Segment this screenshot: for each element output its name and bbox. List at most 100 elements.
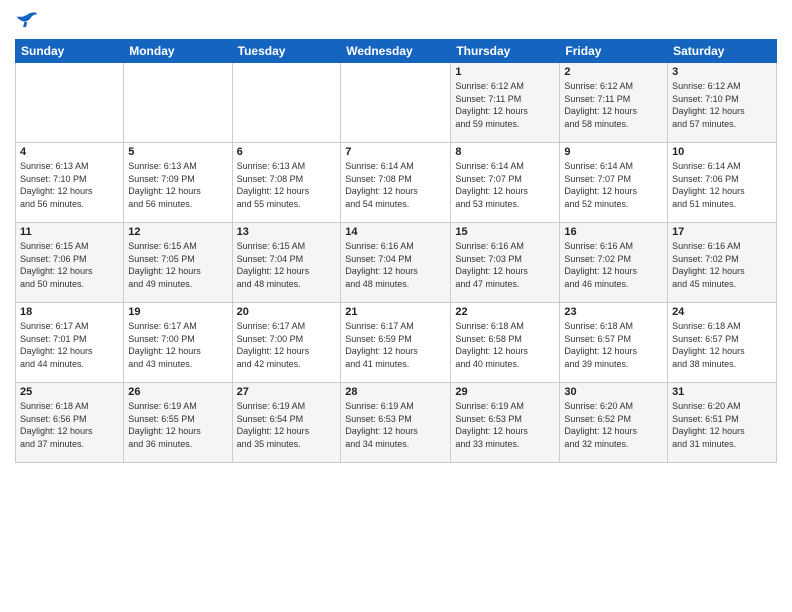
calendar-cell: 16 Sunrise: 6:16 AM Sunset: 7:02 PM Dayli…	[560, 223, 668, 303]
day-number: 7	[345, 146, 446, 158]
day-info: Sunrise: 6:17 AM Sunset: 6:59 PM Dayligh…	[345, 320, 446, 370]
calendar-cell: 28 Sunrise: 6:19 AM Sunset: 6:53 PM Dayli…	[341, 383, 451, 463]
day-info: Sunrise: 6:19 AM Sunset: 6:53 PM Dayligh…	[455, 400, 555, 450]
day-info: Sunrise: 6:18 AM Sunset: 6:58 PM Dayligh…	[455, 320, 555, 370]
day-number: 21	[345, 306, 446, 318]
day-info: Sunrise: 6:16 AM Sunset: 7:02 PM Dayligh…	[672, 240, 772, 290]
day-number: 12	[128, 226, 227, 238]
day-header-sunday: Sunday	[16, 40, 124, 63]
day-info: Sunrise: 6:15 AM Sunset: 7:04 PM Dayligh…	[237, 240, 337, 290]
calendar-cell: 21 Sunrise: 6:17 AM Sunset: 6:59 PM Dayli…	[341, 303, 451, 383]
day-info: Sunrise: 6:13 AM Sunset: 7:10 PM Dayligh…	[20, 160, 119, 210]
calendar-cell: 12 Sunrise: 6:15 AM Sunset: 7:05 PM Dayli…	[124, 223, 232, 303]
day-number: 6	[237, 146, 337, 158]
day-number: 31	[672, 386, 772, 398]
day-number: 27	[237, 386, 337, 398]
calendar-cell: 3 Sunrise: 6:12 AM Sunset: 7:10 PM Daylig…	[668, 63, 777, 143]
day-number: 14	[345, 226, 446, 238]
day-info: Sunrise: 6:19 AM Sunset: 6:53 PM Dayligh…	[345, 400, 446, 450]
day-header-thursday: Thursday	[451, 40, 560, 63]
calendar-cell: 27 Sunrise: 6:19 AM Sunset: 6:54 PM Dayli…	[232, 383, 341, 463]
day-info: Sunrise: 6:16 AM Sunset: 7:02 PM Dayligh…	[564, 240, 663, 290]
day-number: 20	[237, 306, 337, 318]
day-info: Sunrise: 6:16 AM Sunset: 7:03 PM Dayligh…	[455, 240, 555, 290]
day-header-friday: Friday	[560, 40, 668, 63]
day-info: Sunrise: 6:19 AM Sunset: 6:54 PM Dayligh…	[237, 400, 337, 450]
day-number: 16	[564, 226, 663, 238]
day-number: 15	[455, 226, 555, 238]
day-number: 5	[128, 146, 227, 158]
day-header-wednesday: Wednesday	[341, 40, 451, 63]
day-info: Sunrise: 6:14 AM Sunset: 7:07 PM Dayligh…	[564, 160, 663, 210]
day-info: Sunrise: 6:13 AM Sunset: 7:09 PM Dayligh…	[128, 160, 227, 210]
day-number: 8	[455, 146, 555, 158]
day-info: Sunrise: 6:17 AM Sunset: 7:00 PM Dayligh…	[128, 320, 227, 370]
calendar-table: SundayMondayTuesdayWednesdayThursdayFrid…	[15, 39, 777, 463]
day-info: Sunrise: 6:12 AM Sunset: 7:11 PM Dayligh…	[564, 80, 663, 130]
day-number: 24	[672, 306, 772, 318]
calendar-cell: 1 Sunrise: 6:12 AM Sunset: 7:11 PM Daylig…	[451, 63, 560, 143]
day-number: 17	[672, 226, 772, 238]
day-header-monday: Monday	[124, 40, 232, 63]
calendar-cell: 25 Sunrise: 6:18 AM Sunset: 6:56 PM Dayli…	[16, 383, 124, 463]
day-number: 23	[564, 306, 663, 318]
calendar-cell: 7 Sunrise: 6:14 AM Sunset: 7:08 PM Daylig…	[341, 143, 451, 223]
calendar-cell: 8 Sunrise: 6:14 AM Sunset: 7:07 PM Daylig…	[451, 143, 560, 223]
day-number: 10	[672, 146, 772, 158]
day-number: 3	[672, 66, 772, 78]
calendar-cell: 18Sunrise: 6:17 AM Sunset: 7:01 PM Dayli…	[16, 303, 124, 383]
day-number: 25	[20, 386, 119, 398]
day-number: 9	[564, 146, 663, 158]
calendar-cell: 26Sunrise: 6:19 AM Sunset: 6:55 PM Dayli…	[124, 383, 232, 463]
logo-icon	[15, 11, 39, 31]
day-number: 28	[345, 386, 446, 398]
day-info: Sunrise: 6:14 AM Sunset: 7:08 PM Dayligh…	[345, 160, 446, 210]
day-info: Sunrise: 6:13 AM Sunset: 7:08 PM Dayligh…	[237, 160, 337, 210]
day-number: 2	[564, 66, 663, 78]
calendar-cell: 9 Sunrise: 6:14 AM Sunset: 7:07 PM Daylig…	[560, 143, 668, 223]
calendar-cell: 30 Sunrise: 6:20 AM Sunset: 6:52 PM Dayli…	[560, 383, 668, 463]
day-info: Sunrise: 6:18 AM Sunset: 6:56 PM Dayligh…	[20, 400, 119, 450]
calendar-cell	[232, 63, 341, 143]
day-info: Sunrise: 6:14 AM Sunset: 7:06 PM Dayligh…	[672, 160, 772, 210]
day-number: 1	[455, 66, 555, 78]
day-number: 13	[237, 226, 337, 238]
calendar-cell: 6 Sunrise: 6:13 AM Sunset: 7:08 PM Daylig…	[232, 143, 341, 223]
day-info: Sunrise: 6:20 AM Sunset: 6:51 PM Dayligh…	[672, 400, 772, 450]
calendar-cell: 11 Sunrise: 6:15 AM Sunset: 7:06 PM Dayli…	[16, 223, 124, 303]
calendar-cell: 14 Sunrise: 6:16 AM Sunset: 7:04 PM Dayli…	[341, 223, 451, 303]
calendar-cell: 15 Sunrise: 6:16 AM Sunset: 7:03 PM Dayli…	[451, 223, 560, 303]
day-number: 22	[455, 306, 555, 318]
day-info: Sunrise: 6:18 AM Sunset: 6:57 PM Dayligh…	[564, 320, 663, 370]
day-info: Sunrise: 6:16 AM Sunset: 7:04 PM Dayligh…	[345, 240, 446, 290]
day-info: Sunrise: 6:18 AM Sunset: 6:57 PM Dayligh…	[672, 320, 772, 370]
calendar-cell	[16, 63, 124, 143]
day-header-tuesday: Tuesday	[232, 40, 341, 63]
calendar-cell: 24 Sunrise: 6:18 AM Sunset: 6:57 PM Dayli…	[668, 303, 777, 383]
day-info: Sunrise: 6:14 AM Sunset: 7:07 PM Dayligh…	[455, 160, 555, 210]
day-header-saturday: Saturday	[668, 40, 777, 63]
day-info: Sunrise: 6:12 AM Sunset: 7:11 PM Dayligh…	[455, 80, 555, 130]
calendar-cell: 31 Sunrise: 6:20 AM Sunset: 6:51 PM Dayli…	[668, 383, 777, 463]
day-info: Sunrise: 6:15 AM Sunset: 7:05 PM Dayligh…	[128, 240, 227, 290]
calendar-cell: 23 Sunrise: 6:18 AM Sunset: 6:57 PM Dayli…	[560, 303, 668, 383]
calendar-cell: 22 Sunrise: 6:18 AM Sunset: 6:58 PM Dayli…	[451, 303, 560, 383]
page: SundayMondayTuesdayWednesdayThursdayFrid…	[0, 0, 792, 612]
day-info: Sunrise: 6:20 AM Sunset: 6:52 PM Dayligh…	[564, 400, 663, 450]
calendar-cell: 17 Sunrise: 6:16 AM Sunset: 7:02 PM Dayli…	[668, 223, 777, 303]
calendar-cell: 2 Sunrise: 6:12 AM Sunset: 7:11 PM Daylig…	[560, 63, 668, 143]
calendar-cell: 4Sunrise: 6:13 AM Sunset: 7:10 PM Daylig…	[16, 143, 124, 223]
logo	[15, 10, 43, 31]
calendar-cell	[124, 63, 232, 143]
day-info: Sunrise: 6:12 AM Sunset: 7:10 PM Dayligh…	[672, 80, 772, 130]
day-number: 30	[564, 386, 663, 398]
day-number: 29	[455, 386, 555, 398]
day-info: Sunrise: 6:17 AM Sunset: 7:00 PM Dayligh…	[237, 320, 337, 370]
calendar-cell: 20 Sunrise: 6:17 AM Sunset: 7:00 PM Dayli…	[232, 303, 341, 383]
calendar-cell	[341, 63, 451, 143]
day-number: 11	[20, 226, 119, 238]
day-info: Sunrise: 6:17 AM Sunset: 7:01 PM Dayligh…	[20, 320, 119, 370]
day-info: Sunrise: 6:15 AM Sunset: 7:06 PM Dayligh…	[20, 240, 119, 290]
calendar-cell: 5 Sunrise: 6:13 AM Sunset: 7:09 PM Daylig…	[124, 143, 232, 223]
calendar-cell: 19Sunrise: 6:17 AM Sunset: 7:00 PM Dayli…	[124, 303, 232, 383]
